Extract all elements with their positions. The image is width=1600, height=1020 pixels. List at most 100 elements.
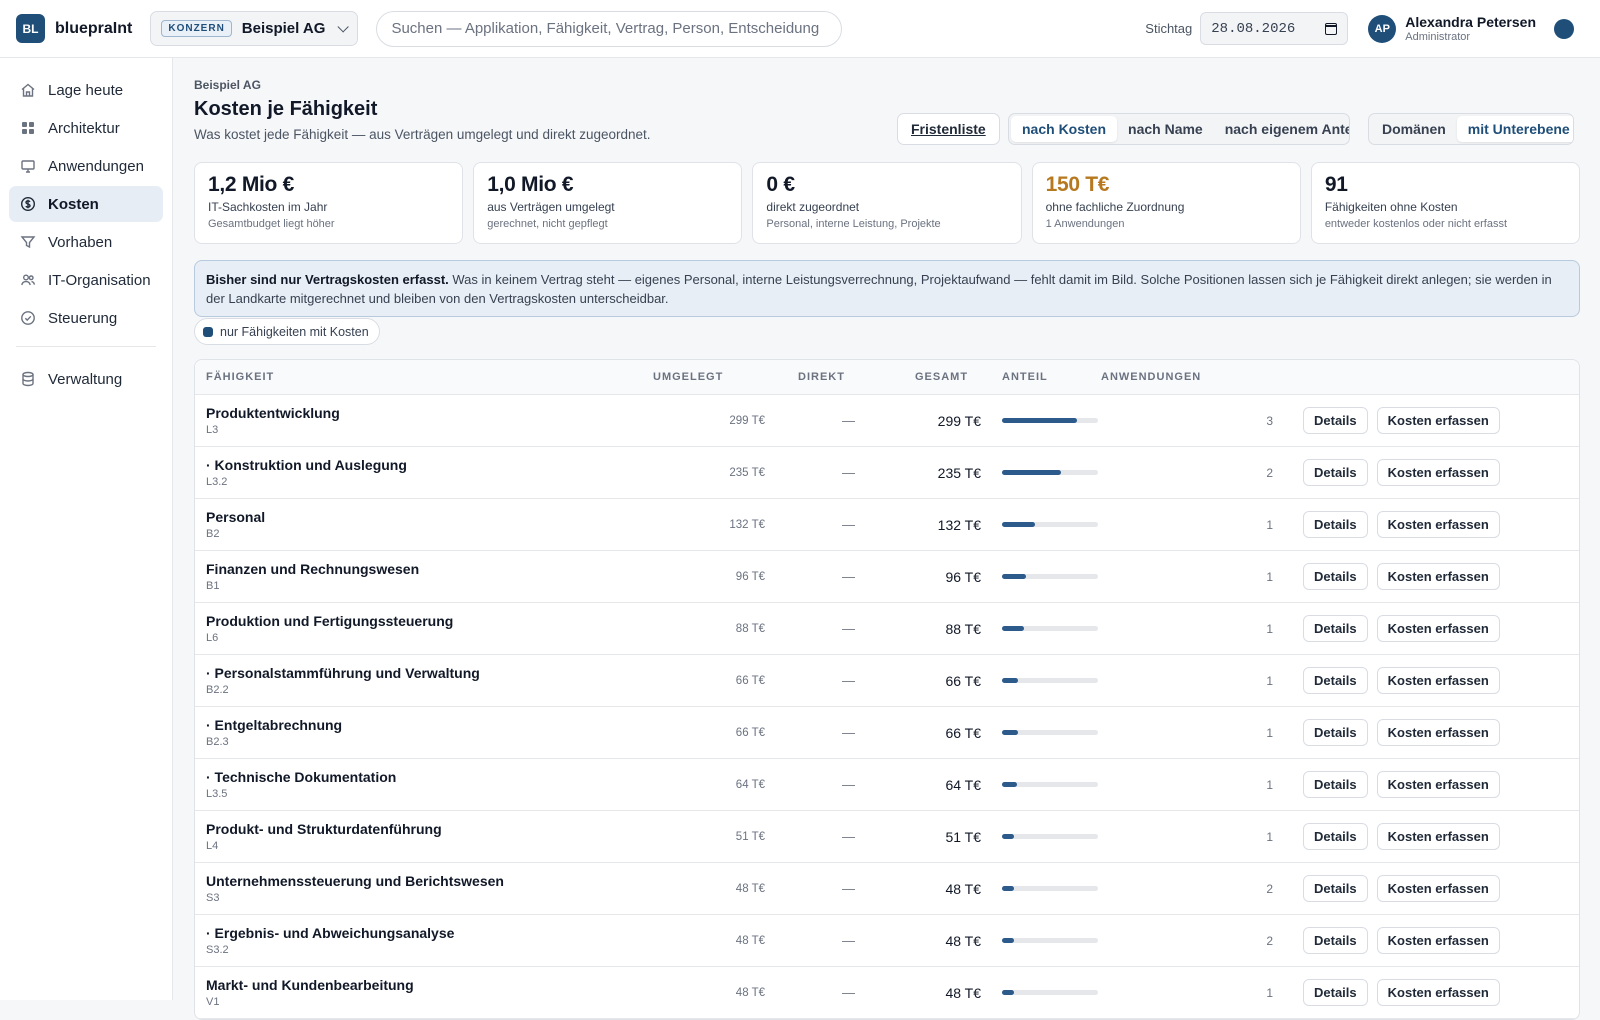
anteil-cell	[981, 938, 1101, 943]
share-bar-fill	[1002, 938, 1014, 943]
share-bar-fill	[1002, 730, 1019, 735]
user-info[interactable]: Alexandra Petersen Administrator	[1405, 14, 1536, 43]
col-header-direkt[interactable]: DIREKT	[765, 371, 865, 383]
sidebar-item-it-organisation[interactable]: IT-Organisation	[9, 262, 163, 298]
kosten-erfassen-button[interactable]: Kosten erfassen	[1376, 563, 1500, 590]
breadcrumb[interactable]: Beispiel AG	[194, 78, 1580, 92]
capability-cell: · Ergebnis- und Abweichungsanalyse S3.2	[195, 925, 640, 956]
details-button[interactable]: Details	[1303, 667, 1368, 694]
users-icon	[20, 272, 36, 288]
details-button[interactable]: Details	[1303, 511, 1368, 538]
col-header-anwendungen[interactable]: ANWENDUNGEN	[1101, 371, 1281, 383]
kpi-value: 91	[1324, 173, 1348, 196]
kosten-erfassen-button[interactable]: Kosten erfassen	[1376, 979, 1500, 1006]
search-input[interactable]	[376, 10, 843, 47]
sidebar-item-anwendungen[interactable]: Anwendungen	[9, 148, 163, 184]
kpi-label: direkt zugeordnet	[766, 200, 860, 214]
anteil-cell	[981, 782, 1101, 787]
kpi-label: aus Verträgen umgelegt	[487, 200, 615, 214]
kosten-erfassen-button[interactable]: Kosten erfassen	[1376, 719, 1500, 746]
capability-name: · Personalstammführung und Verwaltung	[206, 665, 480, 681]
kpi-hint: gerechnet, nicht gepflegt	[487, 218, 608, 230]
kpi-card: 1,0 Mio € aus Verträgen umgelegt gerechnet…	[473, 162, 743, 244]
details-button[interactable]: Details	[1303, 823, 1368, 850]
filter-chip-label: nur Fähigkeiten mit Kosten	[220, 324, 369, 339]
capability-cell: Produkt- und Strukturdatenführung L4	[195, 821, 640, 852]
table-row: Unternehmenssteuerung und Berichtswesen S…	[195, 863, 1579, 915]
details-button[interactable]: Details	[1303, 407, 1368, 434]
cost-table: FÄHIGKEIT UMGELEGT DIREKT GESAMT ANTEIL …	[194, 359, 1580, 1020]
details-button[interactable]: Details	[1303, 459, 1368, 486]
kosten-erfassen-button[interactable]: Kosten erfassen	[1376, 823, 1500, 850]
table-row: · Entgeltabrechnung B2.3 66 T€ — 66 T€ 1 Detai…	[195, 707, 1579, 759]
share-bar-fill	[1002, 626, 1025, 631]
details-button[interactable]: Details	[1303, 719, 1368, 746]
share-bar-fill	[1002, 418, 1077, 423]
chevron-down-icon	[337, 20, 350, 33]
gesamt-value: 96 T€	[945, 568, 981, 585]
row-actions: Details Kosten erfassen	[1281, 563, 1500, 590]
app-logo[interactable]: BL	[16, 14, 45, 43]
gesamt-value: 64 T€	[945, 776, 981, 793]
gesamt-value: 235 T€	[937, 464, 981, 481]
kosten-erfassen-button[interactable]: Kosten erfassen	[1376, 771, 1500, 798]
row-actions: Details Kosten erfassen	[1281, 719, 1500, 746]
kosten-erfassen-button[interactable]: Kosten erfassen	[1376, 459, 1500, 486]
scope-option[interactable]: mit Unterebene	[1456, 116, 1573, 142]
calendar-icon[interactable]	[1325, 22, 1338, 35]
direkt-value: —	[842, 829, 855, 844]
scope-option[interactable]: Domänen	[1371, 116, 1457, 142]
row-actions: Details Kosten erfassen	[1281, 927, 1500, 954]
filter-chip-with-costs[interactable]: nur Fähigkeiten mit Kosten	[194, 318, 380, 345]
col-header-anteil[interactable]: ANTEIL	[981, 371, 1101, 383]
details-button[interactable]: Details	[1303, 979, 1368, 1006]
col-header-umgelegt[interactable]: UMGELEGT	[640, 371, 765, 383]
sidebar-item-verwaltung[interactable]: Verwaltung	[9, 361, 163, 397]
sidebar-item-vorhaben[interactable]: Vorhaben	[9, 224, 163, 260]
details-button[interactable]: Details	[1303, 563, 1368, 590]
sort-option[interactable]: nach Name	[1117, 116, 1214, 142]
share-bar-fill	[1002, 574, 1026, 579]
sidebar-item-kosten[interactable]: Kosten	[9, 186, 163, 222]
gesamt-value: 48 T€	[945, 880, 981, 897]
kosten-erfassen-button[interactable]: Kosten erfassen	[1376, 511, 1500, 538]
notice-title: Bisher sind nur Vertragskosten erfasst.	[206, 272, 449, 287]
capability-code: B2.3	[206, 736, 229, 748]
direkt-value: —	[842, 413, 855, 428]
details-button[interactable]: Details	[1303, 875, 1368, 902]
anwendungen-count: 3	[1266, 413, 1273, 428]
kosten-erfassen-button[interactable]: Kosten erfassen	[1376, 407, 1500, 434]
sort-option[interactable]: nach Kosten	[1011, 116, 1118, 142]
kosten-erfassen-button[interactable]: Kosten erfassen	[1376, 615, 1500, 642]
tenant-selector[interactable]: KONZERN Beispiel AG	[150, 11, 359, 46]
sidebar-item-architektur[interactable]: Architektur	[9, 110, 163, 146]
table-row: · Technische Dokumentation L3.5 64 T€ — 64 T…	[195, 759, 1579, 811]
avatar[interactable]: AP	[1368, 14, 1397, 43]
details-button[interactable]: Details	[1303, 771, 1368, 798]
kpi-row: 1,2 Mio € IT-Sachkosten im Jahr Gesamtbudg…	[194, 162, 1581, 244]
sidebar-item-lage-heute[interactable]: Lage heute	[9, 72, 163, 108]
status-indicator-icon[interactable]	[1554, 18, 1574, 39]
capability-code: L4	[206, 840, 219, 852]
umgelegt-value: 48 T€	[735, 882, 765, 895]
row-actions: Details Kosten erfassen	[1281, 615, 1500, 642]
capability-cell: Markt- und Kundenbearbeitung V1	[195, 977, 640, 1008]
col-header-gesamt[interactable]: GESAMT	[865, 371, 981, 383]
sort-option[interactable]: nach eigenem Anteil	[1214, 116, 1349, 142]
stichtag-date-input[interactable]: 28.08.2026	[1200, 12, 1349, 45]
capability-name: Produktentwicklung	[206, 405, 340, 421]
row-actions: Details Kosten erfassen	[1281, 667, 1500, 694]
col-header-name[interactable]: FÄHIGKEIT	[195, 371, 640, 383]
details-button[interactable]: Details	[1303, 927, 1368, 954]
anteil-cell	[981, 886, 1101, 891]
details-button[interactable]: Details	[1303, 615, 1368, 642]
user-role: Administrator	[1405, 31, 1471, 43]
kosten-erfassen-button[interactable]: Kosten erfassen	[1376, 667, 1500, 694]
sidebar-item-label: Lage heute	[48, 81, 124, 99]
table-row: · Personalstammführung und Verwaltung B2.…	[195, 655, 1579, 707]
kosten-erfassen-button[interactable]: Kosten erfassen	[1376, 875, 1500, 902]
gesamt-value: 66 T€	[945, 724, 981, 741]
sidebar-item-steuerung[interactable]: Steuerung	[9, 300, 163, 336]
kosten-erfassen-button[interactable]: Kosten erfassen	[1376, 927, 1500, 954]
fristenliste-button[interactable]: Fristenliste	[897, 113, 1000, 145]
